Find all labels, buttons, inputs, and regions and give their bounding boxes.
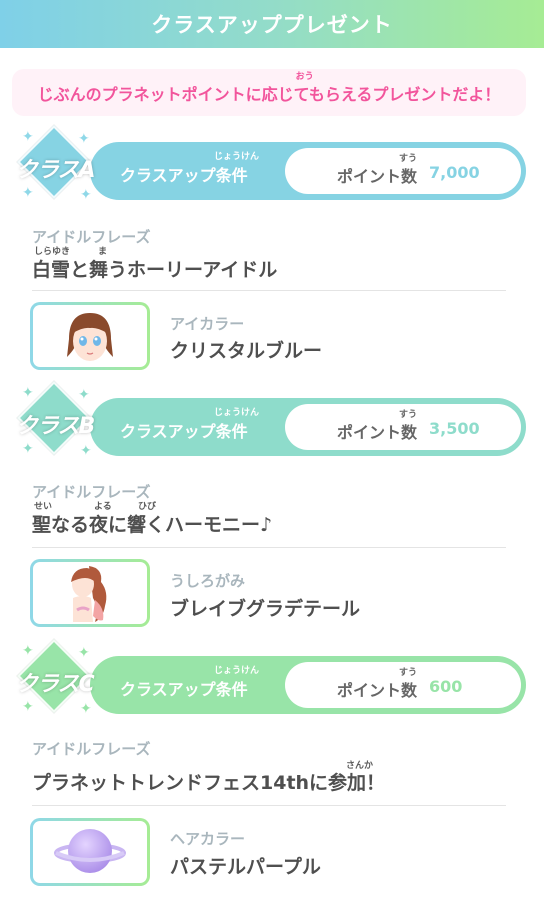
purple-planet-icon <box>54 829 126 873</box>
class-a-label: クラスA <box>16 158 96 183</box>
page-title: クラスアッププレゼント <box>151 13 393 37</box>
condition-label: クラスアップ条件 <box>120 166 248 185</box>
reward-category: うしろがみ <box>170 572 246 590</box>
class-c-row: じょうけん クラスアップ条件 すう ポイント数 600 ✦ ✦ ✦ ✦ クラスC <box>0 639 544 717</box>
points-value: 7,000 <box>429 163 480 182</box>
reward-name: パステルパープル <box>170 856 321 878</box>
sparkle-icon: ✦ <box>22 699 34 715</box>
sparkle-icon: ✦ <box>22 385 34 401</box>
sparkle-icon: ✦ <box>78 645 90 661</box>
reward-thumbnail[interactable] <box>30 559 150 627</box>
idol-phrase: 聖なる夜に響くハーモニー♪ <box>32 514 273 536</box>
notice-banner: おう じぶんのプラネットポイントに応じてもらえるプレゼントだよ！ <box>12 69 526 116</box>
class-b-row: じょうけん クラスアップ条件 すう ポイント数 3,500 ✦ ✦ ✦ ✦ クラ… <box>0 381 544 459</box>
reward-category: ヘアカラー <box>170 830 246 848</box>
divider <box>32 547 506 548</box>
class-a-row: じょうけん クラスアップ条件 すう ポイント数 7,000 ✦ ✦ ✦ ✦ クラ… <box>0 125 544 203</box>
reward-category: アイカラー <box>170 315 245 333</box>
condition-label: クラスアップ条件 <box>120 422 248 441</box>
ponytail-hair-icon <box>71 566 107 622</box>
divider <box>32 290 506 291</box>
points-value: 3,500 <box>429 419 480 438</box>
eye-face-icon <box>67 313 113 361</box>
reward-thumbnail[interactable] <box>30 818 150 886</box>
points-pill: すう ポイント数 3,500 <box>285 404 521 450</box>
points-value: 600 <box>429 677 463 696</box>
condition-ruby: じょうけん <box>214 666 260 676</box>
condition-label: クラスアップ条件 <box>120 680 248 699</box>
idol-phrase: プラネットトレンドフェス14thに参加！ <box>32 772 386 794</box>
sparkle-icon: ✦ <box>22 643 34 659</box>
points-pill: すう ポイント数 600 <box>285 662 521 708</box>
class-b-banner: じょうけん クラスアップ条件 すう ポイント数 3,500 <box>90 398 526 456</box>
points-pill: すう ポイント数 7,000 <box>285 148 521 194</box>
sparkle-icon: ✦ <box>80 187 92 203</box>
reward-name: クリスタルブルー <box>170 340 323 362</box>
class-b-label: クラスB <box>16 414 95 439</box>
notice-text: じぶんのプラネットポイントに応じてもらえるプレゼントだよ！ <box>37 84 501 104</box>
page-header: クラスアッププレゼント <box>0 0 544 48</box>
notice-text-wrap: おう じぶんのプラネットポイントに応じてもらえるプレゼントだよ！ <box>37 72 501 105</box>
sparkle-icon: ✦ <box>78 387 90 403</box>
class-c-banner: じょうけん クラスアップ条件 すう ポイント数 600 <box>90 656 526 714</box>
class-a-banner: じょうけん クラスアップ条件 すう ポイント数 7,000 <box>90 142 526 200</box>
sparkle-icon: ✦ <box>80 443 92 459</box>
divider <box>32 805 506 806</box>
notice-ruby: おう <box>295 71 314 82</box>
condition-ruby: じょうけん <box>214 408 260 418</box>
points-label: ポイント数 <box>337 681 418 700</box>
points-label: ポイント数 <box>337 423 418 442</box>
sparkle-icon: ✦ <box>80 701 92 717</box>
idol-phrase: 白雪と舞うホーリーアイドル <box>32 259 278 281</box>
condition-ruby: じょうけん <box>214 152 260 162</box>
sparkle-icon: ✦ <box>22 441 34 457</box>
points-label: ポイント数 <box>337 167 418 186</box>
sparkle-icon: ✦ <box>78 131 90 147</box>
reward-thumbnail[interactable] <box>30 302 150 370</box>
class-c-label: クラスC <box>16 672 95 697</box>
reward-name: ブレイブグラデテール <box>170 598 361 620</box>
sparkle-icon: ✦ <box>22 129 34 145</box>
sparkle-icon: ✦ <box>22 185 34 201</box>
phrase-category: アイドルフレーズ <box>32 740 151 758</box>
